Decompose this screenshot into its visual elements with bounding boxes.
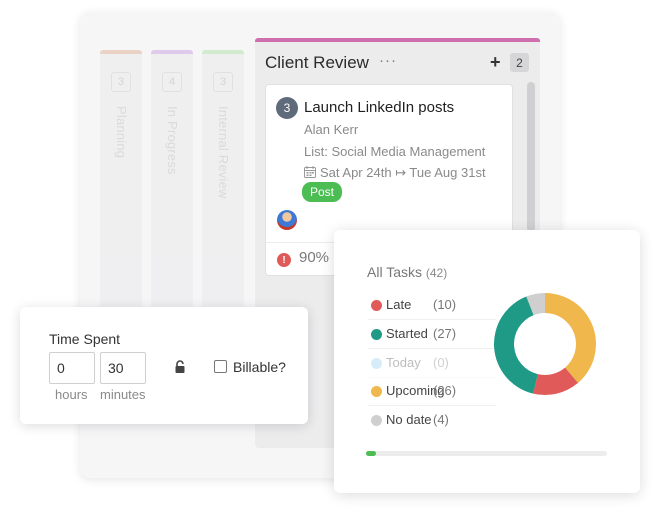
donut-slice-started[interactable] [494, 296, 538, 394]
legend-label: No date [386, 412, 432, 427]
column-label: Internal Review [216, 106, 231, 199]
legend-dot [371, 329, 382, 340]
legend-dot [371, 386, 382, 397]
column-in-progress[interactable]: 4 In Progress [151, 50, 193, 350]
column-label: In Progress [165, 106, 180, 175]
legend-dot [371, 358, 382, 369]
warning-icon: ! [277, 253, 291, 267]
task-progress: 90% [299, 249, 330, 266]
column-count: 4 [162, 72, 182, 92]
legend-value: (26) [433, 383, 457, 398]
all-tasks-title: All Tasks (42) [367, 264, 447, 280]
all-tasks-count: (42) [425, 266, 448, 280]
legend-value: (0) [433, 355, 449, 370]
divider [368, 319, 496, 320]
legend-label: Late [386, 297, 412, 312]
column-accent-bar [100, 50, 142, 54]
legend-value: (27) [433, 326, 457, 341]
task-dates: Sat Apr 24th ↦ Tue Aug 31st [320, 165, 486, 180]
overall-progress-track [366, 451, 607, 456]
divider [368, 348, 496, 349]
column-count-badge: 2 [510, 53, 529, 72]
minutes-input[interactable]: 30 [100, 352, 146, 384]
hours-label: hours [55, 387, 88, 402]
all-tasks-label: All Tasks [367, 264, 422, 280]
column-accent-bar [202, 50, 244, 54]
column-count: 3 [111, 72, 131, 92]
task-number-badge: 3 [276, 97, 298, 119]
column-internal-review[interactable]: 3 Internal Review [202, 50, 244, 350]
hours-input[interactable]: 0 [49, 352, 95, 384]
avatar[interactable] [277, 210, 297, 230]
overall-progress-fill [366, 451, 376, 456]
column-count: 3 [213, 72, 233, 92]
legend-dot [371, 415, 382, 426]
column-label: Planning [114, 106, 129, 159]
calendar-icon [304, 166, 316, 181]
legend-value: (4) [433, 412, 449, 427]
divider [368, 405, 496, 406]
more-options-icon[interactable]: ··· [379, 52, 397, 69]
tasks-donut-chart [494, 293, 596, 395]
column-title: Client Review [265, 53, 369, 72]
lock-icon[interactable] [174, 360, 186, 379]
minutes-label: minutes [100, 387, 146, 402]
legend-label: Started [386, 326, 428, 341]
billable-label[interactable]: Billable? [233, 359, 286, 375]
column-accent-bar [255, 38, 540, 42]
legend-label: Today [386, 355, 421, 370]
time-spent-title: Time Spent [49, 331, 121, 347]
donut-slice-upcoming[interactable] [545, 293, 596, 383]
column-planning[interactable]: 3 Planning [100, 50, 142, 350]
task-dates-row: Sat Apr 24th ↦ Tue Aug 31st [304, 165, 486, 181]
all-tasks-panel: All Tasks (42) Late (10) Started (27) To… [334, 230, 640, 493]
task-list: List: Social Media Management [304, 144, 486, 159]
divider [368, 377, 496, 378]
column-scrollbar[interactable] [527, 82, 535, 232]
task-assignee: Alan Kerr [304, 122, 359, 137]
billable-checkbox[interactable] [214, 360, 227, 373]
column-accent-bar [151, 50, 193, 54]
time-spent-panel: Time Spent 0 hours 30 minutes Billable? [20, 307, 308, 424]
legend-value: (10) [433, 297, 457, 312]
add-task-icon[interactable]: + [490, 52, 501, 73]
legend-dot [371, 300, 382, 311]
task-title[interactable]: Launch LinkedIn posts [304, 99, 454, 116]
task-tag[interactable]: Post [302, 182, 343, 202]
